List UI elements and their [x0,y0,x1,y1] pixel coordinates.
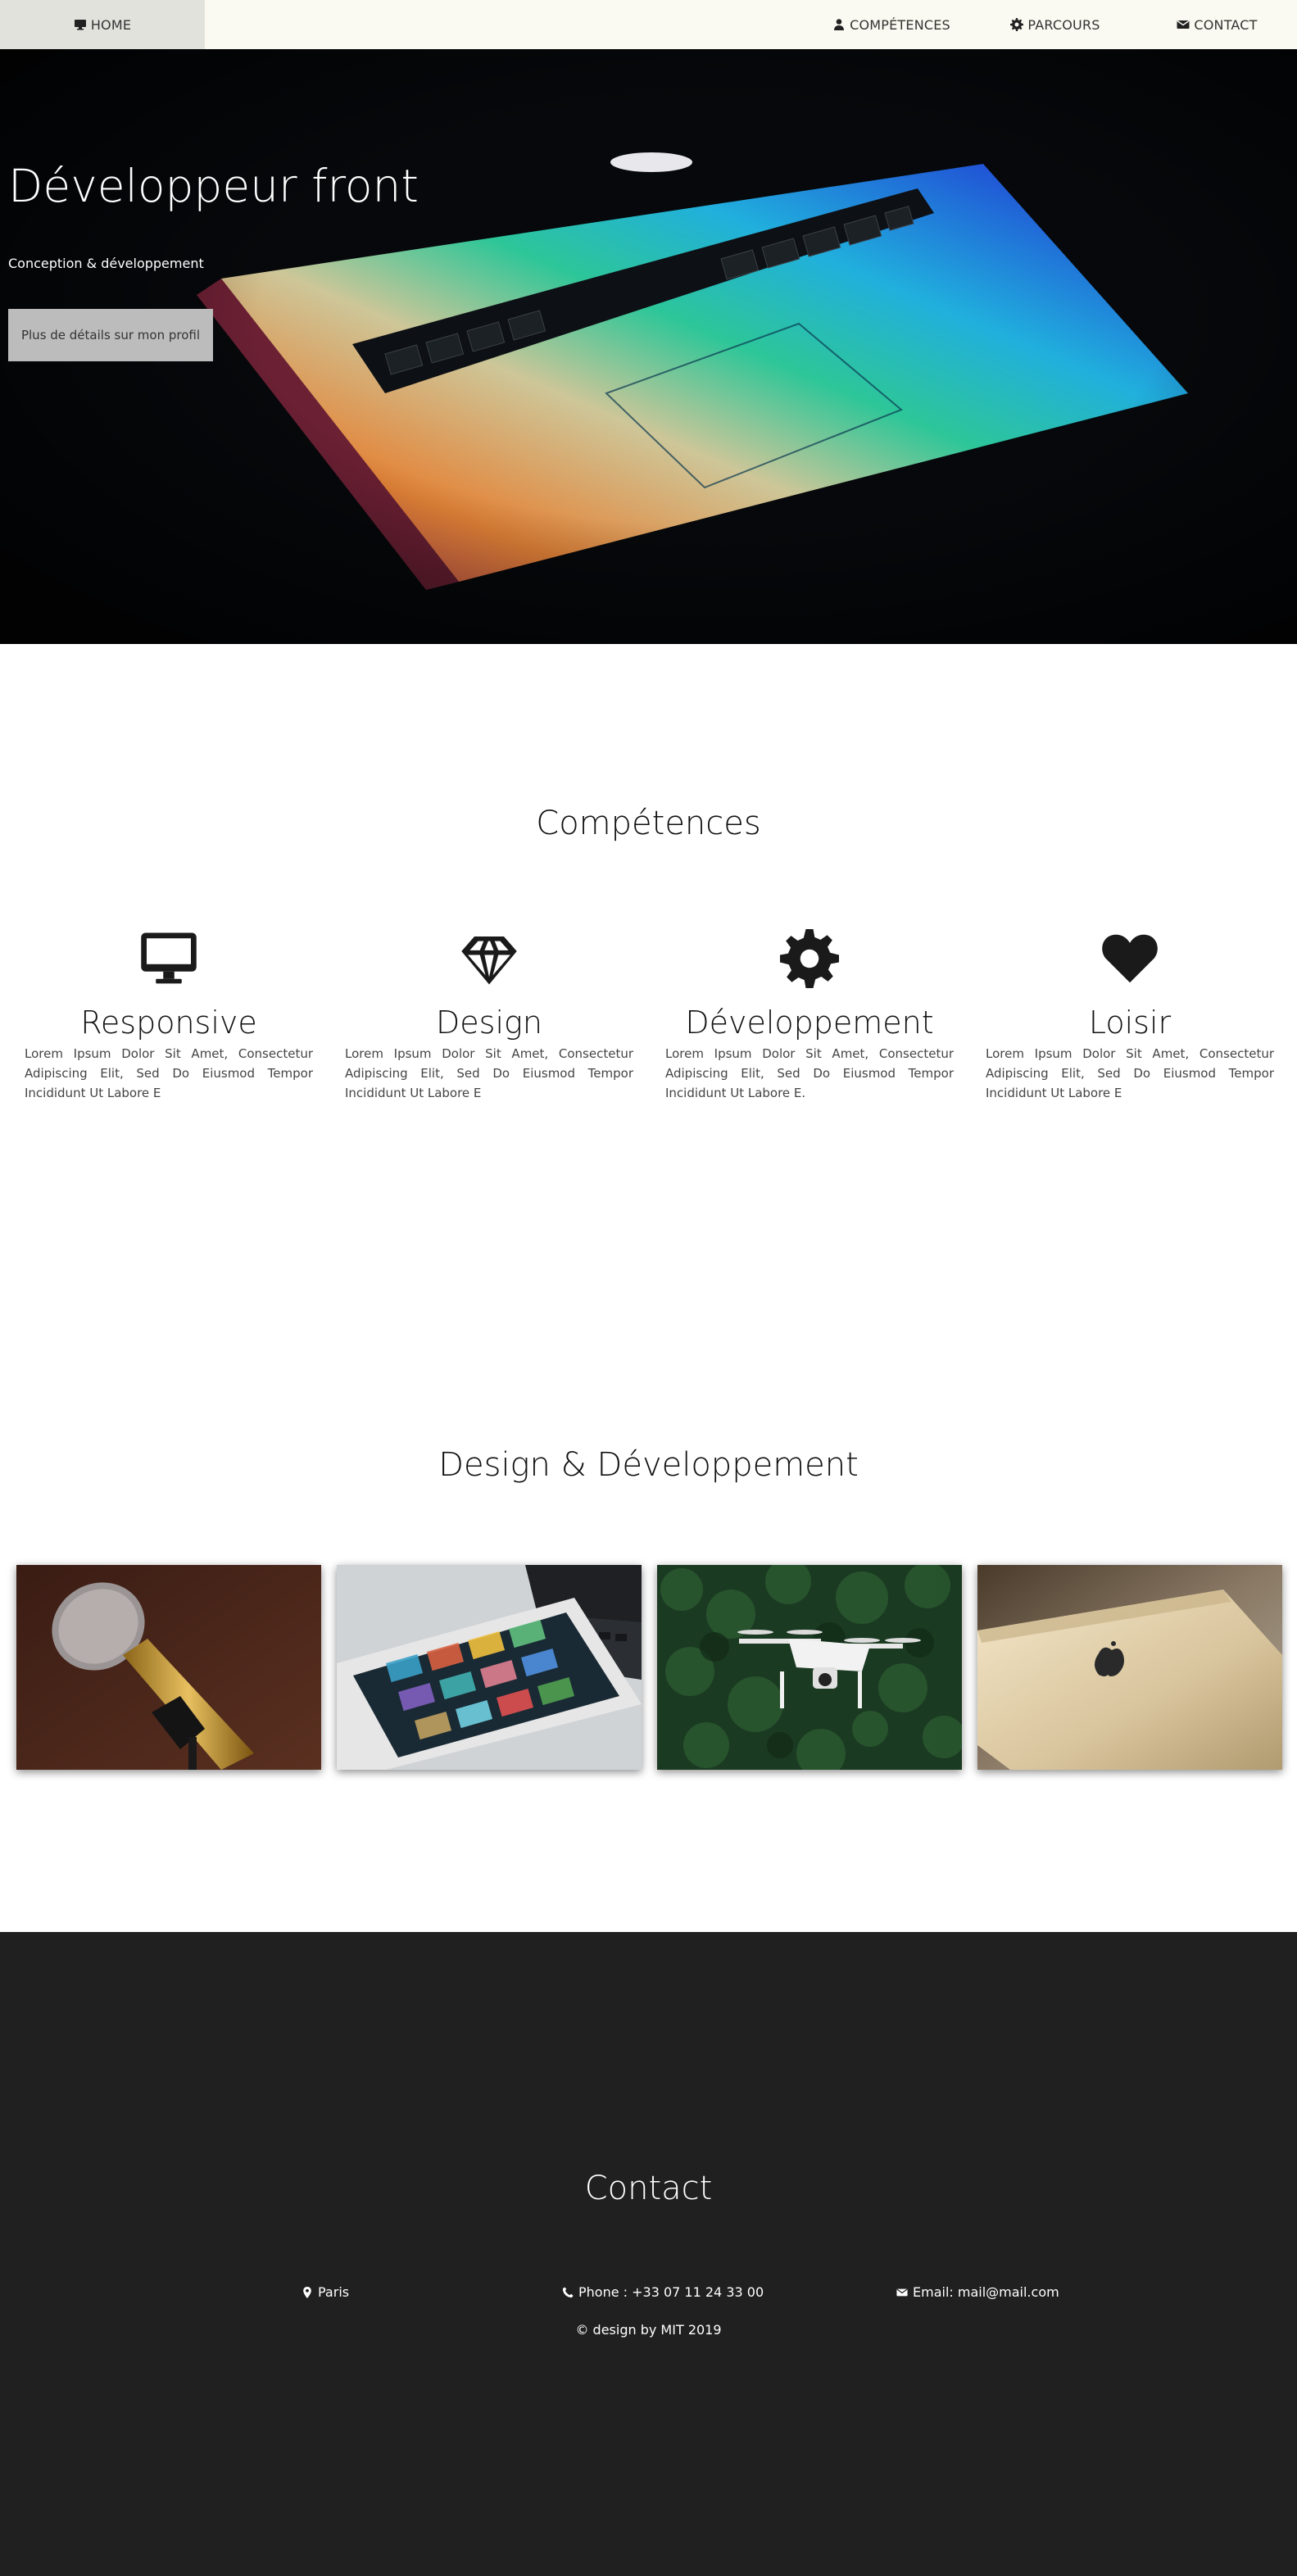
gear-icon [1010,18,1024,31]
nav-contact-label: CONTACT [1194,16,1258,33]
location-text: Paris [318,2284,350,2300]
phone-item: Phone : +33 07 11 24 33 00 [562,2284,764,2300]
skill-card-developpement: Développement Lorem Ipsum Dolor Sit Amet… [665,926,954,1103]
heart-icon [1102,934,1158,983]
phone-icon [562,2286,574,2297]
tablet-laptop-photo[interactable] [337,1565,642,1770]
hero-subtitle: Conception & développement [8,256,204,271]
portfolio-title: Design & Développement [438,1446,859,1484]
drone-photo[interactable] [657,1565,962,1770]
user-icon [834,19,845,30]
skill-description: Lorem Ipsum Dolor Sit Amet, Consectetur … [986,1046,1274,1100]
top-navbar: HOME COMPÉTENCES PARCOURS CONTACT [0,0,1297,49]
skill-name: Loisir [1088,1005,1172,1041]
nav-home-label: HOME [90,16,132,33]
skill-description: Lorem Ipsum Dolor Sit Amet, Consectetur … [25,1046,313,1100]
desktop-icon [141,932,197,984]
envelope-icon [1177,20,1190,29]
diamond-icon [461,937,517,985]
email-item: Email: mail@mail.com [896,2284,1059,2300]
email-text: Email: mail@mail.com [913,2284,1059,2300]
desktop-icon [74,20,86,30]
nav-home[interactable]: HOME [0,0,205,49]
skill-description: Lorem Ipsum Dolor Sit Amet, Consectetur … [345,1046,633,1100]
phone-text: Phone : +33 07 11 24 33 00 [578,2284,764,2300]
envelope-icon [896,2288,908,2296]
microphone-photo[interactable] [16,1565,321,1770]
profile-details-button[interactable]: Plus de détails sur mon profil [8,309,213,361]
nav-contact[interactable]: CONTACT [1137,0,1297,49]
nav-parcours-label: PARCOURS [1027,16,1100,33]
skill-card-loisir: Loisir Lorem Ipsum Dolor Sit Amet, Conse… [986,926,1274,1103]
gear-icon [780,929,839,988]
location-item: Paris [302,2284,349,2300]
nav-parcours[interactable]: PARCOURS [973,0,1137,49]
contact-title: Contact [584,2170,713,2207]
competences-title: Compétences [536,805,761,842]
nav-competences-label: COMPÉTENCES [850,16,950,33]
copyright: © design by MIT 2019 [575,2322,722,2338]
skill-card-design: Design Lorem Ipsum Dolor Sit Amet, Conse… [345,926,633,1103]
skill-description: Lorem Ipsum Dolor Sit Amet, Consectetur … [665,1046,954,1100]
hero-title: Développeur front [8,160,419,212]
skill-card-responsive: Responsive Lorem Ipsum Dolor Sit Amet, C… [25,926,313,1103]
skill-name: Développement [685,1005,934,1041]
skill-name: Responsive [80,1005,257,1041]
skill-name: Design [436,1005,542,1041]
iphone-photo[interactable] [977,1565,1282,1770]
map-marker-icon [303,2286,311,2298]
hero-banner: Développeur front Conception & développe… [0,49,1297,644]
nav-competences[interactable]: COMPÉTENCES [809,0,973,49]
contact-footer: Contact Paris Phone : +33 07 11 24 33 00… [0,1932,1297,2576]
